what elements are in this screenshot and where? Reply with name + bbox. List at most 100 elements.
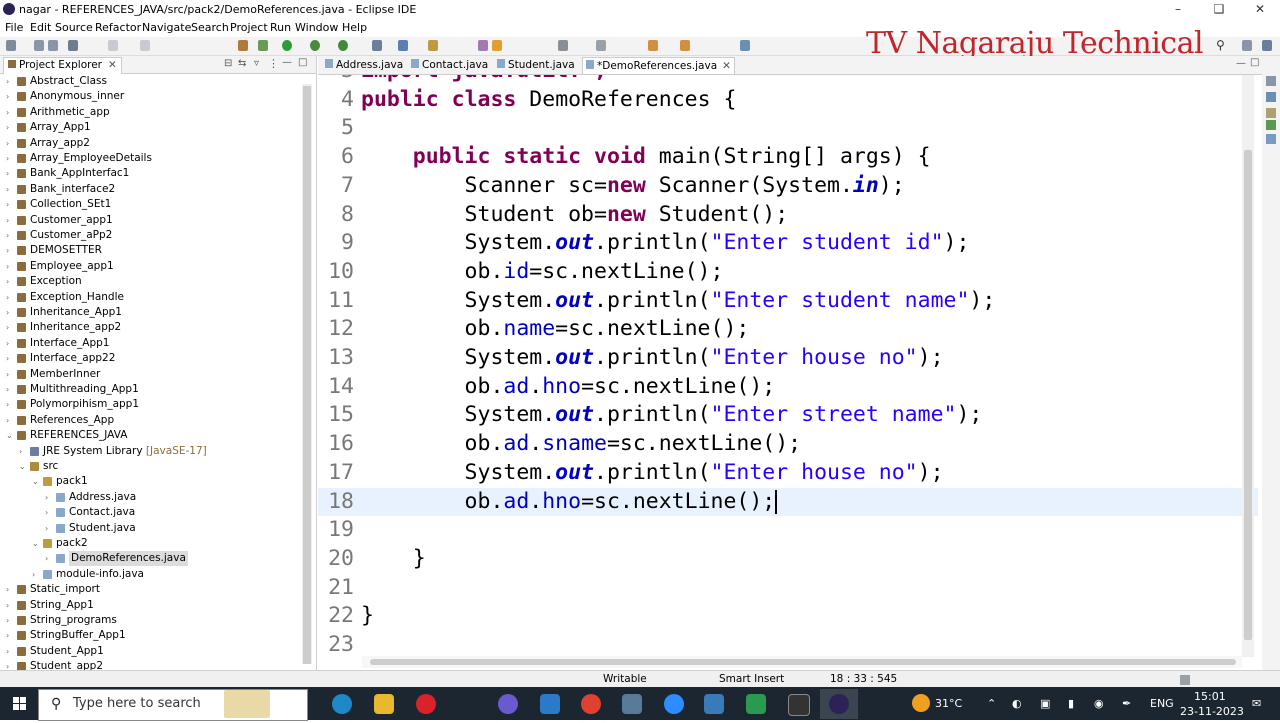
chevron-right-icon[interactable]: › (6, 213, 14, 228)
code-line[interactable]: 18 ob.ad.hno=sc.nextLine(); (318, 487, 1258, 516)
tree-item[interactable]: › DemoReferences.java (0, 551, 300, 567)
debug-run-icon[interactable] (258, 40, 268, 51)
chevron-down-icon[interactable]: ⌄ (6, 428, 14, 443)
tree-item[interactable]: › Polymorpihism_app1 (0, 397, 300, 412)
menu-window[interactable]: Window (295, 21, 338, 34)
tree-item[interactable]: › Exception (0, 274, 300, 289)
zoom-icon[interactable] (664, 694, 684, 714)
chevron-down-icon[interactable]: ⌄ (19, 459, 27, 474)
chevron-right-icon[interactable]: › (6, 367, 14, 382)
coverage-icon[interactable] (310, 40, 320, 51)
menu-run[interactable]: Run (270, 21, 291, 34)
code-line[interactable]: 15 System.out.println("Enter street name… (318, 401, 1258, 429)
search-highlight-icon[interactable] (224, 690, 270, 718)
code-line[interactable]: 9 System.out.println("Enter student id")… (318, 229, 1258, 257)
tree-item[interactable]: › String_App1 (0, 598, 300, 613)
chevron-right-icon[interactable]: › (6, 628, 14, 643)
problems-icon[interactable] (1266, 108, 1276, 118)
network-icon[interactable]: ◐ (1012, 697, 1022, 710)
screen-icon[interactable]: ▣ (1040, 697, 1050, 710)
show-hidden-icons-icon[interactable]: ⌃ (987, 697, 996, 710)
microphone-icon[interactable]: ◉ (1094, 697, 1104, 710)
chevron-right-icon[interactable]: › (6, 182, 14, 197)
minimize-editor-icon[interactable]: — (1236, 58, 1246, 69)
annotation-icon[interactable] (558, 40, 568, 51)
menu-help[interactable]: Help (342, 21, 367, 34)
chevron-right-icon[interactable]: › (6, 320, 14, 335)
tree-item[interactable]: › Customer_aPp2 (0, 228, 300, 243)
chevron-right-icon[interactable]: › (6, 259, 14, 274)
chevron-right-icon[interactable]: › (6, 644, 14, 659)
tree-item[interactable]: › Student.java (0, 521, 300, 536)
tree-item[interactable]: › Array_App1 (0, 120, 300, 135)
code-line[interactable]: 23 (318, 631, 1258, 657)
code-line[interactable]: 17 System.out.println("Enter house no"); (318, 459, 1258, 487)
external-tools-icon[interactable] (338, 40, 348, 51)
menu-search[interactable]: Search (191, 21, 229, 34)
pen-icon[interactable]: ✒ (1122, 697, 1131, 710)
chevron-right-icon[interactable]: › (6, 336, 14, 351)
tab-contact-java[interactable]: Contact.java (408, 57, 491, 73)
tree-item[interactable]: › Array_EmployeeDetails (0, 151, 300, 166)
menu-source[interactable]: Source (55, 21, 93, 34)
close-tab-icon[interactable]: ✕ (108, 59, 117, 71)
tree-item[interactable]: › JRE System Library [JavaSE-17] (0, 444, 300, 459)
battery-icon[interactable]: ▮ (1068, 697, 1074, 710)
tree-item[interactable]: › Inheritance_app2 (0, 320, 300, 335)
chevron-right-icon[interactable]: › (6, 74, 14, 89)
tree-item[interactable]: › Array_app2 (0, 136, 300, 151)
opera-icon[interactable] (416, 694, 436, 714)
chevron-right-icon[interactable]: › (6, 290, 14, 305)
code-line[interactable]: 8 Student ob=new Student(); (318, 201, 1258, 229)
view-menu-icon[interactable]: ⋮ (268, 57, 279, 70)
tab-project-explorer[interactable]: Project Explorer ✕ (3, 57, 122, 74)
chevron-right-icon[interactable]: › (6, 166, 14, 181)
new-icon[interactable] (6, 40, 16, 51)
chevron-right-icon[interactable]: › (6, 305, 14, 320)
chevron-right-icon[interactable]: › (6, 89, 14, 104)
eclipse-taskbar-button[interactable] (820, 689, 858, 719)
language-indicator[interactable]: ENG (1150, 697, 1174, 710)
code-line[interactable]: 21 (318, 574, 1258, 602)
tree-item[interactable]: › Collection_SEt1 (0, 197, 300, 212)
tree-item[interactable]: › Exception_Handle (0, 290, 300, 305)
tree-item[interactable]: ⌄ src (0, 459, 300, 474)
tree-item[interactable]: › MemberInner (0, 367, 300, 382)
editor-horizontal-scroll-thumb[interactable] (370, 659, 1236, 665)
search-icon[interactable]: ⚲ (1216, 39, 1226, 51)
code-editor[interactable]: 3 import java.util.*; 4 public class DemoRe… (318, 75, 1262, 657)
menu-navigate[interactable]: Navigate (142, 21, 191, 34)
open-type-icon[interactable] (428, 40, 438, 51)
step-icon[interactable] (108, 40, 118, 51)
tree-item[interactable]: ⌄ REFERENCES_JAVA (0, 428, 300, 443)
close-button[interactable]: ✕ (1240, 0, 1280, 19)
tree-item[interactable]: › Abstract_Class (0, 74, 300, 89)
open-perspective-icon[interactable] (1242, 40, 1252, 51)
explorer-scroll-thumb[interactable] (303, 86, 311, 664)
chevron-right-icon[interactable]: › (6, 197, 14, 212)
code-line[interactable]: 16 ob.ad.sname=sc.nextLine(); (318, 430, 1258, 458)
chevron-right-icon[interactable]: › (6, 582, 14, 597)
forward-icon[interactable] (680, 40, 690, 51)
chevron-right-icon[interactable]: › (45, 521, 53, 536)
tree-item[interactable]: › Student_App1 (0, 644, 300, 659)
mark-occurrences-icon[interactable] (492, 40, 502, 51)
tree-item[interactable]: › Multithreading_App1 (0, 382, 300, 397)
mail-icon[interactable] (540, 694, 560, 714)
tree-item[interactable]: › Inheritance_App1 (0, 305, 300, 320)
tree-item[interactable]: › Bank_interface2 (0, 182, 300, 197)
minimize-view-icon[interactable]: — (282, 57, 292, 68)
back-icon[interactable] (648, 40, 658, 51)
filter-icon[interactable]: ▿ (254, 58, 259, 69)
start-button[interactable] (0, 687, 38, 720)
status-insert-mode[interactable]: Smart Insert (719, 672, 784, 687)
chevron-right-icon[interactable]: › (45, 551, 53, 566)
tree-item[interactable]: › module-info.java (0, 567, 300, 582)
tree-item[interactable]: ⌄ pack2 (0, 536, 300, 551)
chrome-icon[interactable] (581, 694, 601, 714)
chevron-right-icon[interactable]: › (6, 613, 14, 628)
edge-icon[interactable] (332, 694, 352, 714)
save-all-icon[interactable] (48, 40, 58, 51)
weather-temperature[interactable]: 31°C (935, 697, 962, 710)
code-line[interactable]: 20 } (318, 545, 1258, 573)
